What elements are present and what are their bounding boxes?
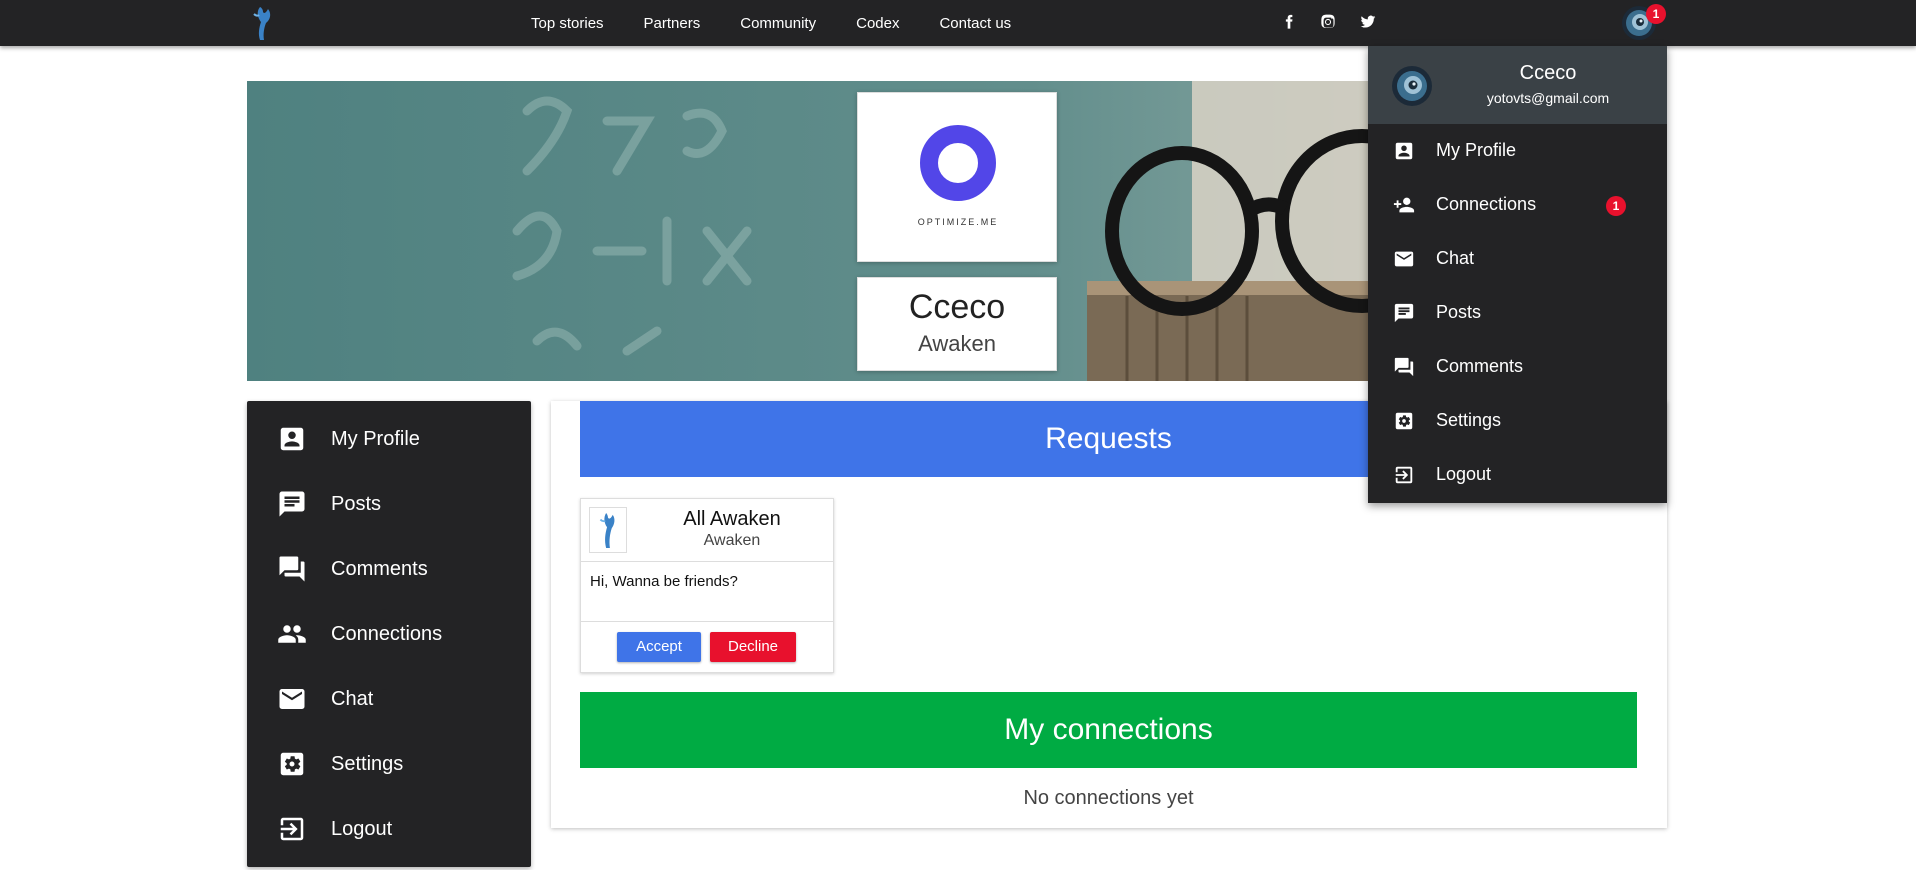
mail-icon bbox=[277, 684, 307, 714]
sidebar-item-label: My Profile bbox=[331, 427, 420, 450]
logo-text: OPTIMIZE.ME bbox=[917, 217, 999, 227]
sidebar-item-label: Connections bbox=[331, 622, 443, 645]
sidebar-item-comments[interactable]: Comments bbox=[247, 543, 531, 595]
nav-link-top-stories[interactable]: Top stories bbox=[515, 15, 624, 32]
sidebar-item-label: Comments bbox=[331, 557, 428, 580]
logout-icon bbox=[277, 814, 307, 844]
dropdown-item-label: Logout bbox=[1436, 464, 1492, 484]
dropdown-item-comments[interactable]: Comments bbox=[1368, 340, 1667, 394]
profile-sidebar: My Profile Posts Comments Connections Ch… bbox=[247, 401, 531, 867]
request-actions: Accept Decline bbox=[581, 621, 833, 673]
company-logo-card: OPTIMIZE.ME bbox=[857, 92, 1057, 262]
request-card: All Awaken Awaken Hi, Wanna be friends? … bbox=[580, 498, 834, 673]
optimize-logo-icon bbox=[920, 125, 996, 201]
requester-name[interactable]: All Awaken bbox=[637, 508, 827, 531]
logout-icon bbox=[1393, 464, 1415, 486]
sidebar-item-label: Posts bbox=[331, 492, 382, 515]
notification-badge[interactable]: 1 bbox=[1646, 4, 1666, 24]
account-box-icon bbox=[277, 424, 307, 454]
sidebar-item-my-profile[interactable]: My Profile bbox=[247, 413, 531, 465]
dropdown-item-logout[interactable]: Logout bbox=[1368, 448, 1667, 502]
accept-button[interactable]: Accept bbox=[617, 632, 701, 662]
dropdown-avatar bbox=[1392, 66, 1432, 106]
profile-name: Cceco bbox=[908, 288, 1006, 326]
user-dropdown-menu: Cceco yotovts@gmail.com My Profile Conne… bbox=[1368, 46, 1667, 503]
empty-connections-text: No connections yet bbox=[1023, 787, 1194, 809]
nav-link-codex[interactable]: Codex bbox=[836, 15, 919, 32]
request-message: Hi, Wanna be friends? bbox=[590, 573, 738, 590]
dropdown-user-header: Cceco yotovts@gmail.com bbox=[1368, 46, 1667, 124]
dropdown-user-email: yotovts@gmail.com bbox=[1486, 90, 1610, 106]
dropdown-user-name: Cceco bbox=[1519, 62, 1577, 84]
facebook-icon[interactable] bbox=[1281, 14, 1299, 32]
profile-subtitle: Awaken bbox=[918, 331, 996, 356]
nav-link-community[interactable]: Community bbox=[720, 15, 836, 32]
dropdown-item-chat[interactable]: Chat bbox=[1368, 232, 1667, 286]
dropdown-item-label: Comments bbox=[1436, 356, 1524, 376]
nav-link-partners[interactable]: Partners bbox=[624, 15, 721, 32]
dropdown-item-label: Posts bbox=[1436, 302, 1482, 322]
request-card-header: All Awaken Awaken bbox=[581, 499, 833, 562]
settings-icon bbox=[277, 749, 307, 779]
dropdown-item-my-profile[interactable]: My Profile bbox=[1368, 124, 1667, 178]
requester-subtitle: Awaken bbox=[703, 532, 761, 549]
comments-icon bbox=[277, 554, 307, 584]
people-icon bbox=[277, 619, 307, 649]
sidebar-item-settings[interactable]: Settings bbox=[247, 738, 531, 790]
requester-avatar[interactable] bbox=[589, 507, 627, 553]
sidebar-item-connections[interactable]: Connections bbox=[247, 608, 531, 660]
my-connections-header: My connections bbox=[580, 692, 1637, 768]
instagram-icon[interactable] bbox=[1320, 14, 1338, 32]
mail-icon bbox=[1393, 248, 1415, 270]
post-icon bbox=[1393, 302, 1415, 324]
dropdown-item-label: Chat bbox=[1436, 248, 1475, 268]
top-navbar: Top stories Partners Community Codex Con… bbox=[0, 0, 1916, 46]
settings-icon bbox=[1393, 410, 1415, 432]
site-logo[interactable] bbox=[246, 4, 280, 42]
post-icon bbox=[277, 489, 307, 519]
dropdown-item-label: Settings bbox=[1436, 410, 1502, 430]
person-add-icon bbox=[1393, 194, 1415, 216]
main-nav: Top stories Partners Community Codex Con… bbox=[515, 0, 1031, 46]
twitter-icon[interactable] bbox=[1360, 14, 1378, 32]
dropdown-item-label: Connections bbox=[1436, 194, 1537, 214]
connections-badge: 1 bbox=[1606, 196, 1626, 216]
dropdown-item-label: My Profile bbox=[1436, 140, 1517, 160]
nav-link-contact-us[interactable]: Contact us bbox=[919, 15, 1031, 32]
sidebar-item-label: Settings bbox=[331, 752, 404, 775]
dropdown-item-connections[interactable]: Connections 1 bbox=[1368, 178, 1667, 232]
dropdown-item-settings[interactable]: Settings bbox=[1368, 394, 1667, 448]
dropdown-item-posts[interactable]: Posts bbox=[1368, 286, 1667, 340]
comments-icon bbox=[1393, 356, 1415, 378]
account-box-icon bbox=[1393, 140, 1415, 162]
decline-button[interactable]: Decline bbox=[710, 632, 796, 662]
profile-name-card: Cceco Awaken bbox=[857, 277, 1057, 371]
sidebar-item-logout[interactable]: Logout bbox=[247, 803, 531, 855]
sidebar-item-chat[interactable]: Chat bbox=[247, 673, 531, 725]
sidebar-item-label: Chat bbox=[331, 687, 374, 710]
sidebar-item-label: Logout bbox=[331, 817, 393, 840]
sidebar-item-posts[interactable]: Posts bbox=[247, 478, 531, 530]
